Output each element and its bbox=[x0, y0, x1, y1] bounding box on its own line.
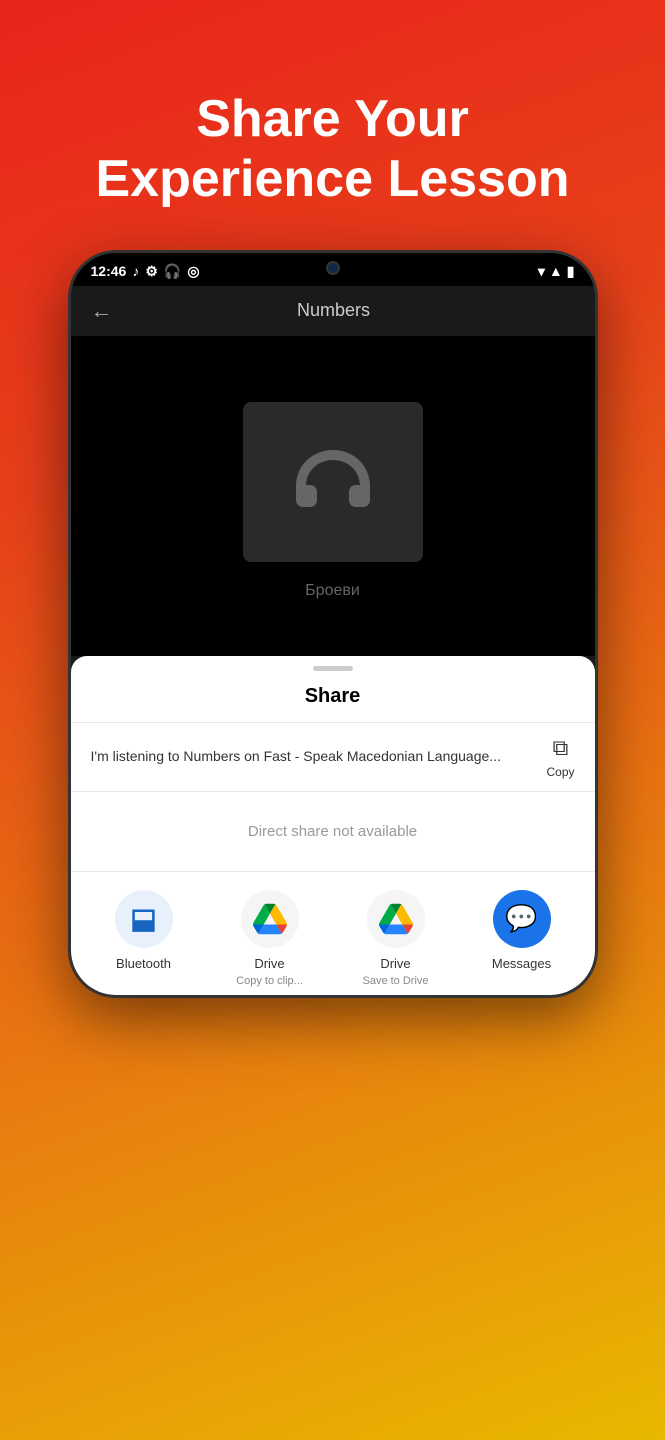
settings-icon: ⚙ bbox=[145, 263, 158, 280]
direct-share-text: Direct share not available bbox=[248, 823, 417, 840]
drive-copy-label: Drive bbox=[254, 956, 284, 971]
status-right: ▾ ▲ ▮ bbox=[538, 263, 575, 280]
headphones-icon bbox=[288, 442, 378, 522]
status-time: 12:46 bbox=[91, 263, 127, 279]
sheet-handle bbox=[71, 656, 595, 677]
drive-icon-1 bbox=[253, 902, 287, 936]
handle-bar bbox=[313, 666, 353, 671]
content-area: Броеви bbox=[71, 336, 595, 656]
drive-copy-icon-circle bbox=[241, 890, 299, 948]
drive-copy-sublabel: Copy to clip... bbox=[236, 975, 303, 987]
back-button[interactable]: ← bbox=[91, 298, 113, 324]
share-apps-row: ⬓ Bluetooth bbox=[71, 872, 595, 995]
app-bar: ← Numbers bbox=[71, 286, 595, 336]
phone-mockup: 12:46 ♪ ⚙ 🎧 ◎ ▾ ▲ ▮ ← Numbers bbox=[63, 250, 603, 1440]
share-app-drive-save[interactable]: Drive Save to Drive bbox=[346, 890, 446, 987]
copy-icon: ⧉ bbox=[553, 735, 569, 761]
headset-icon: 🎧 bbox=[164, 263, 181, 280]
copy-label: Copy bbox=[546, 765, 574, 779]
drive-save-icon-circle bbox=[367, 890, 425, 948]
share-message-text: I'm listening to Numbers on Fast - Speak… bbox=[91, 747, 535, 767]
copy-button[interactable]: ⧉ Copy bbox=[546, 735, 574, 779]
share-message-row: I'm listening to Numbers on Fast - Speak… bbox=[71, 722, 595, 792]
messages-symbol: 💬 bbox=[505, 903, 537, 934]
direct-share-area: Direct share not available bbox=[71, 792, 595, 872]
signal-icon: ▲ bbox=[549, 263, 563, 279]
drive-save-label: Drive bbox=[380, 956, 410, 971]
share-title: Share bbox=[71, 677, 595, 722]
content-subtitle: Броеви bbox=[305, 582, 360, 600]
bluetooth-icon-circle: ⬓ bbox=[115, 890, 173, 948]
messages-label: Messages bbox=[492, 956, 551, 971]
phone-body: 12:46 ♪ ⚙ 🎧 ◎ ▾ ▲ ▮ ← Numbers bbox=[68, 250, 598, 998]
status-left: 12:46 ♪ ⚙ 🎧 ◎ bbox=[91, 263, 200, 280]
share-app-bluetooth[interactable]: ⬓ Bluetooth bbox=[94, 890, 194, 987]
album-art-thumbnail bbox=[243, 402, 423, 562]
messages-icon-circle: 💬 bbox=[493, 890, 551, 948]
music-note-icon: ♪ bbox=[132, 263, 139, 279]
wifi-icon: ▾ bbox=[538, 263, 545, 280]
location-icon: ◎ bbox=[187, 263, 199, 280]
page-header-title: Share Your Experience Lesson bbox=[0, 0, 665, 250]
battery-icon: ▮ bbox=[567, 263, 575, 280]
app-bar-title: Numbers bbox=[123, 300, 545, 321]
camera-notch bbox=[326, 261, 340, 275]
share-app-messages[interactable]: 💬 Messages bbox=[472, 890, 572, 987]
drive-icon-2 bbox=[379, 902, 413, 936]
share-app-drive-copy[interactable]: Drive Copy to clip... bbox=[220, 890, 320, 987]
bluetooth-label: Bluetooth bbox=[116, 956, 171, 971]
bluetooth-symbol: ⬓ bbox=[130, 902, 156, 935]
drive-save-sublabel: Save to Drive bbox=[362, 975, 428, 987]
share-sheet: Share I'm listening to Numbers on Fast -… bbox=[71, 656, 595, 995]
